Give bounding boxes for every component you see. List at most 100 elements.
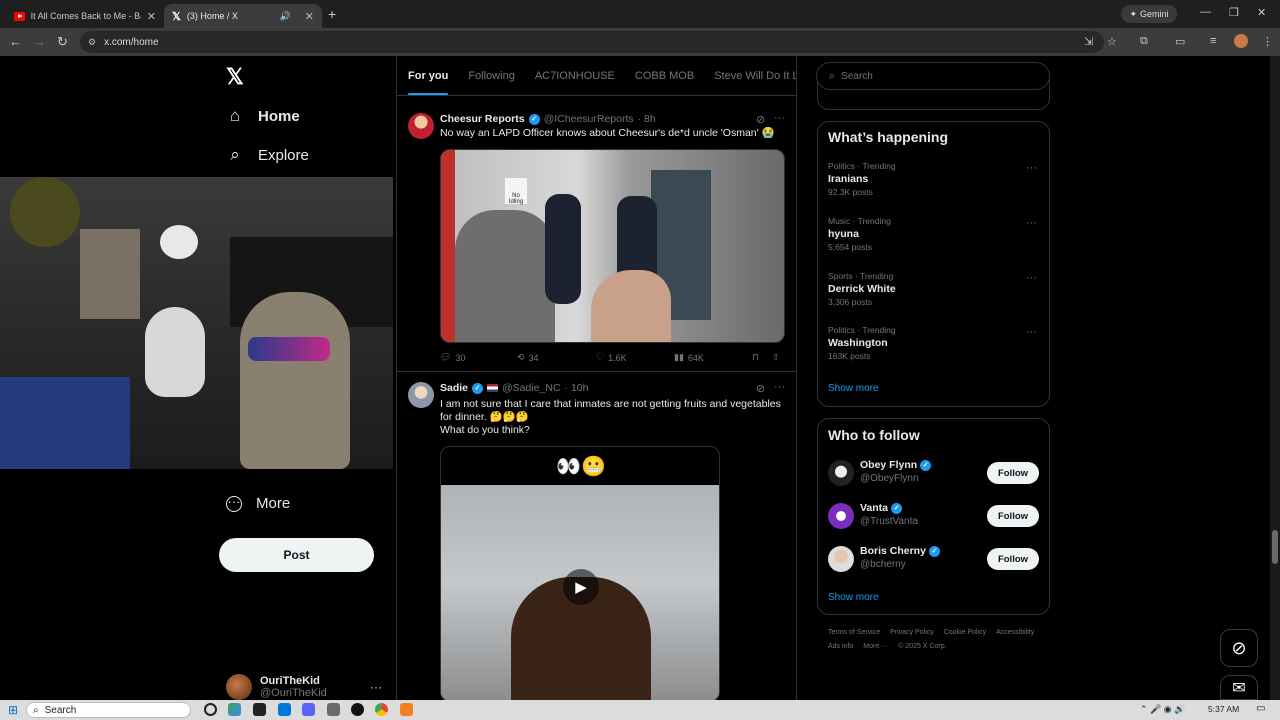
messages-button[interactable]: ✉	[1220, 675, 1258, 700]
new-tab-button[interactable]: +	[328, 6, 336, 22]
bookmark-icon[interactable]: ⊓	[752, 352, 772, 363]
reply-button[interactable]: 💬︎ 30	[440, 352, 517, 363]
maximize-window-button[interactable]: ❐	[1229, 6, 1239, 19]
discord-icon[interactable]	[302, 703, 315, 716]
follow-suggestion[interactable]: Boris Cherny ✓ @bcherny	[860, 545, 940, 570]
tab-list[interactable]: COBB MOB	[635, 70, 694, 82]
tweet-author-handle[interactable]: @ICheesurReports	[544, 113, 634, 125]
browser-tab-youtube[interactable]: It All Comes Back to Me - Baby ✕	[6, 4, 164, 28]
taskbar-app-icon[interactable]	[228, 703, 241, 716]
back-button[interactable]: ←	[9, 34, 22, 49]
trend-more-icon[interactable]: ···	[1026, 162, 1037, 174]
footer-link[interactable]: Cookie Policy	[944, 629, 986, 636]
account-more-icon[interactable]: ···	[370, 680, 382, 694]
play-icon[interactable]: ▶	[563, 569, 599, 605]
address-bar[interactable]: ⚙ x.com/home	[80, 31, 1104, 53]
show-more-trends-link[interactable]: Show more	[828, 383, 879, 394]
trend-more-icon[interactable]: ···	[1026, 326, 1037, 338]
footer-link[interactable]: Ads info	[828, 643, 853, 650]
avatar[interactable]	[408, 113, 434, 139]
footer-link[interactable]: Terms of Service	[828, 629, 880, 636]
avatar[interactable]	[828, 460, 854, 486]
install-app-icon[interactable]: ⇲	[1084, 35, 1093, 48]
taskbar-app-icon[interactable]	[253, 703, 266, 716]
repost-button[interactable]: ⟲ 34	[517, 352, 596, 363]
account-switcher[interactable]: OuriTheKid @OuriTheKid	[226, 674, 327, 700]
follow-suggestion[interactable]: Vanta ✓ @TrustVanta	[860, 502, 918, 527]
post-button[interactable]: Post	[219, 538, 374, 572]
tweet-author-name[interactable]: Sadie	[440, 382, 468, 394]
follow-button[interactable]: Follow	[987, 548, 1039, 570]
system-tray-icons[interactable]: ⌃ 🎤 ◉ 🔊	[1140, 704, 1185, 715]
trend-more-icon[interactable]: ···	[1026, 217, 1037, 229]
trend-item[interactable]: Sports · Trending Derrick White 3,306 po…	[828, 271, 1038, 307]
browser-tab-x[interactable]: 𝕏 (3) Home / X 🔊 ✕	[164, 4, 322, 28]
close-tab-icon[interactable]: ✕	[305, 10, 314, 23]
nav-item-home[interactable]: ⌂ Home	[226, 106, 300, 126]
avatar[interactable]	[408, 382, 434, 408]
close-window-button[interactable]: ✕	[1257, 6, 1266, 19]
share-icon[interactable]: ⇧	[772, 352, 780, 363]
minimize-window-button[interactable]: —	[1200, 6, 1211, 18]
gemini-button[interactable]: ✦ Gemini	[1121, 5, 1177, 23]
x-logo-icon[interactable]: 𝕏	[226, 64, 244, 90]
forward-button[interactable]: →	[33, 34, 46, 49]
taskbar-app-icon[interactable]	[400, 703, 413, 716]
suggested-account-name: Boris Cherny	[860, 545, 926, 557]
split-view-icon[interactable]: ▭	[1175, 35, 1185, 48]
trend-item[interactable]: Politics · Trending Washington 163K post…	[828, 325, 1038, 361]
nav-item-more[interactable]: ··· More	[226, 495, 290, 512]
follow-button[interactable]: Follow	[987, 462, 1039, 484]
tab-for-you[interactable]: For you	[408, 70, 449, 95]
grok-icon[interactable]: ⊘	[756, 113, 765, 126]
follow-suggestion[interactable]: Obey Flynn ✓ @ObeyFlynn	[860, 459, 932, 484]
trend-item[interactable]: Music · Trending hyuna 5,654 posts	[828, 216, 1038, 252]
task-view-icon[interactable]	[204, 703, 217, 716]
trend-item[interactable]: Politics · Trending Iranians 92.3K posts	[828, 161, 1038, 197]
taskbar-app-icon[interactable]	[278, 703, 291, 716]
footer-link[interactable]: More ···	[863, 643, 888, 650]
tweet-more-icon[interactable]: ···	[774, 381, 785, 393]
tweet-time[interactable]: · 10h	[565, 382, 589, 394]
tweet-author-name[interactable]: Cheesur Reports	[440, 113, 525, 125]
trend-more-icon[interactable]: ···	[1026, 272, 1037, 284]
tweet-media-video[interactable]: 👀😬 ▶	[440, 446, 720, 702]
speaker-icon[interactable]: 🔊	[280, 11, 291, 22]
extensions-icon[interactable]: ⧉	[1140, 35, 1148, 48]
scrollbar-thumb[interactable]	[1272, 530, 1278, 564]
footer-link[interactable]: Accessibility	[996, 629, 1034, 636]
like-button[interactable]: ♡ 1.6K	[596, 352, 674, 363]
chrome-icon[interactable]	[375, 703, 388, 716]
avatar[interactable]	[828, 546, 854, 572]
page-scrollbar[interactable]	[1270, 56, 1280, 700]
browser-menu-icon[interactable]: ⋮	[1262, 35, 1273, 48]
bookmark-star-icon[interactable]: ☆	[1107, 35, 1117, 48]
taskbar-app-icon[interactable]	[327, 703, 340, 716]
close-tab-icon[interactable]: ✕	[147, 10, 156, 23]
tweet-media-image[interactable]: No Idling	[440, 149, 785, 343]
tweet-author-handle[interactable]: @Sadie_NC	[502, 382, 561, 394]
site-info-icon[interactable]: ⚙	[88, 37, 96, 48]
notifications-icon[interactable]: ▭	[1256, 703, 1265, 714]
follow-button[interactable]: Follow	[987, 505, 1039, 527]
grok-button[interactable]: ⊘	[1220, 629, 1258, 667]
media-controls-icon[interactable]: ≡	[1210, 35, 1216, 47]
footer-link[interactable]: Privacy Policy	[890, 629, 934, 636]
windows-start-icon[interactable]: ⊞	[8, 703, 18, 717]
tweet-time[interactable]: · 8h	[638, 113, 656, 125]
tab-list[interactable]: AC7IONHOUSE	[535, 70, 615, 82]
taskbar-clock[interactable]: 5:37 AM	[1208, 704, 1239, 714]
obs-icon[interactable]	[351, 703, 364, 716]
profile-avatar[interactable]	[1234, 34, 1248, 48]
verified-badge-icon: ✓	[928, 545, 940, 557]
views-button[interactable]: ▮▮ 64K	[674, 352, 752, 363]
taskbar-search[interactable]: ⌕ Search	[26, 702, 191, 718]
show-more-follow-link[interactable]: Show more	[828, 592, 879, 603]
nav-item-explore[interactable]: ⌕ Explore	[226, 145, 309, 165]
reload-button[interactable]: ↻	[57, 34, 68, 50]
tab-list[interactable]: Steve Will Do It Loyal	[714, 70, 796, 82]
grok-icon[interactable]: ⊘	[756, 382, 765, 395]
tab-following[interactable]: Following	[468, 70, 514, 82]
avatar[interactable]	[828, 503, 854, 529]
tweet-more-icon[interactable]: ···	[774, 112, 785, 124]
